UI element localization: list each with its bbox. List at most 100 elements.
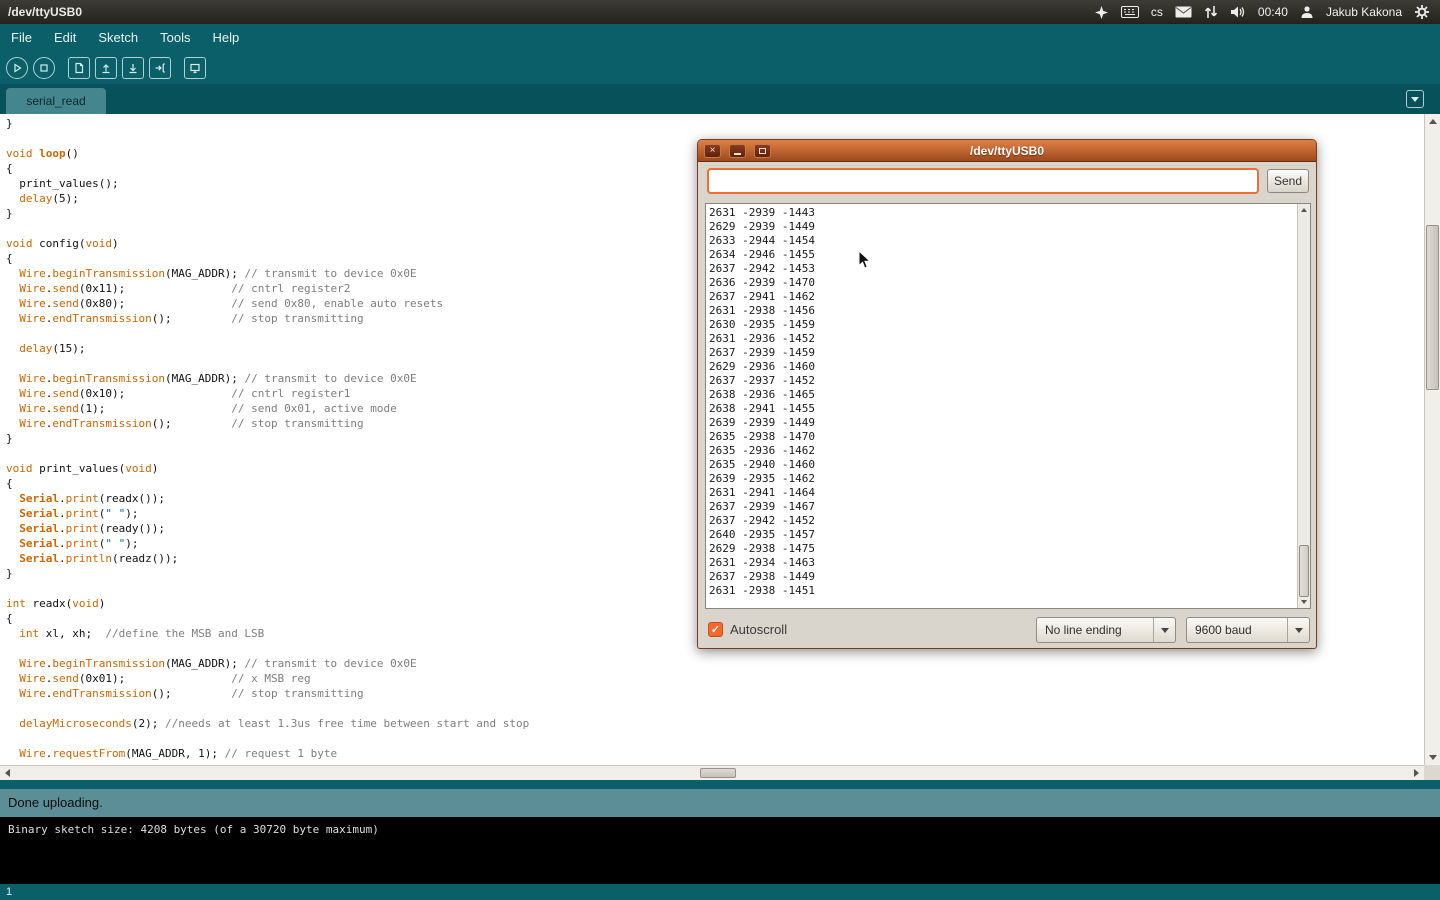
- scroll-down-icon[interactable]: [1429, 755, 1437, 760]
- serial-row: 2637 -2942 -1453: [709, 262, 1297, 276]
- serial-rows: 2631 -2939 -14432629 -2939 -14492633 -29…: [706, 206, 1297, 608]
- serial-row: 2637 -2942 -1452: [709, 514, 1297, 528]
- serial-row: 2631 -2941 -1464: [709, 486, 1297, 500]
- vertical-scroll-thumb[interactable]: [1426, 225, 1439, 390]
- scroll-right-icon[interactable]: [1414, 769, 1419, 777]
- keyboard-layout-label[interactable]: cs: [1151, 5, 1163, 19]
- serial-monitor-titlebar[interactable]: × /dev/ttyUSB0: [698, 140, 1316, 162]
- serial-row: 2633 -2944 -1454: [709, 234, 1297, 248]
- serial-row: 2639 -2939 -1449: [709, 416, 1297, 430]
- tab-serial-read[interactable]: serial_read: [6, 88, 106, 114]
- user-icon[interactable]: [1300, 5, 1314, 19]
- code-line: [6, 731, 1424, 746]
- autoscroll-checkbox[interactable]: ✓: [708, 622, 723, 637]
- menu-sketch[interactable]: Sketch: [87, 24, 149, 52]
- serial-row: 2629 -2939 -1449: [709, 220, 1297, 234]
- serial-row: 2631 -2934 -1463: [709, 556, 1297, 570]
- serial-row: 2631 -2939 -1443: [709, 206, 1297, 220]
- serial-row: 2631 -2938 -1451: [709, 584, 1297, 598]
- serial-scroll-thumb[interactable]: [1299, 545, 1309, 597]
- screen: /dev/ttyUSB0 cs 00:40 Jakub Kakona: [0, 0, 1440, 900]
- serial-row: 2638 -2941 -1455: [709, 402, 1297, 416]
- send-button[interactable]: Send: [1267, 169, 1309, 193]
- code-line: Wire.requestFrom(MAG_ADDR, 1); // reques…: [6, 746, 1424, 761]
- volume-icon[interactable]: [1230, 5, 1246, 19]
- code-line: Wire.endTransmission(); // stop transmit…: [6, 686, 1424, 701]
- tabbar: serial_read: [0, 84, 1440, 114]
- clock[interactable]: 00:40: [1258, 5, 1288, 19]
- check-icon: ✓: [711, 624, 720, 636]
- serial-row: 2640 -2935 -1457: [709, 528, 1297, 542]
- console-text: Binary sketch size: 4208 bytes (of a 307…: [8, 823, 379, 836]
- autoscroll-label: Autoscroll: [730, 616, 787, 644]
- code-line: delayMicroseconds(2); //needs at least 1…: [6, 716, 1424, 731]
- editor-vertical-scrollbar[interactable]: [1424, 114, 1440, 765]
- line-indicator: 1: [6, 886, 12, 898]
- tab-menu-icon[interactable]: [1406, 90, 1424, 108]
- scroll-up-icon[interactable]: [1429, 119, 1437, 124]
- code-line: Wire.send(0x01); // x MSB reg: [6, 671, 1424, 686]
- scroll-left-icon[interactable]: [5, 769, 10, 777]
- toolbar: [0, 52, 1440, 84]
- baud-select[interactable]: 9600 baud: [1186, 617, 1310, 643]
- menubar: FileEditSketchToolsHelp: [0, 24, 1440, 52]
- serial-row: 2637 -2937 -1452: [709, 374, 1297, 388]
- serial-row: 2631 -2936 -1452: [709, 332, 1297, 346]
- upload-button[interactable]: [149, 57, 171, 79]
- verify-button[interactable]: [6, 57, 28, 79]
- serial-monitor-button[interactable]: [184, 57, 206, 79]
- serial-row: 2637 -2939 -1467: [709, 500, 1297, 514]
- serial-row: 2639 -2935 -1462: [709, 472, 1297, 486]
- serial-row: 2634 -2946 -1455: [709, 248, 1297, 262]
- keyboard-icon[interactable]: [1121, 6, 1139, 18]
- serial-row: 2638 -2936 -1465: [709, 388, 1297, 402]
- stop-button[interactable]: [33, 57, 55, 79]
- serial-row: 2637 -2941 -1462: [709, 290, 1297, 304]
- open-button[interactable]: [95, 57, 117, 79]
- serial-row: 2635 -2938 -1470: [709, 430, 1297, 444]
- status-bar: Done uploading.: [0, 789, 1440, 817]
- chevron-down-icon[interactable]: [1153, 618, 1175, 642]
- line-ending-value: No line ending: [1045, 618, 1122, 642]
- system-tray: cs 00:40 Jakub Kakona: [1094, 4, 1440, 20]
- serial-output-list[interactable]: 2631 -2939 -14432629 -2939 -14492633 -29…: [705, 203, 1311, 609]
- serial-scrollbar[interactable]: [1297, 204, 1310, 608]
- serial-row: 2629 -2938 -1475: [709, 542, 1297, 556]
- serial-row: 2637 -2939 -1459: [709, 346, 1297, 360]
- serial-row: 2629 -2936 -1460: [709, 360, 1297, 374]
- editor-horizontal-scrollbar[interactable]: [0, 765, 1424, 780]
- serial-monitor-title: /dev/ttyUSB0: [698, 140, 1316, 162]
- menu-file[interactable]: File: [0, 24, 43, 52]
- menu-help[interactable]: Help: [201, 24, 250, 52]
- serial-scroll-down-icon[interactable]: [1301, 600, 1307, 604]
- line-ending-select[interactable]: No line ending: [1036, 617, 1176, 643]
- serial-row: 2635 -2940 -1460: [709, 458, 1297, 472]
- chevron-down-icon[interactable]: [1287, 618, 1309, 642]
- code-line: }: [6, 116, 1424, 131]
- serial-row: 2636 -2939 -1470: [709, 276, 1297, 290]
- code-line: Wire.beginTransmission(MAG_ADDR); // tra…: [6, 656, 1424, 671]
- top-panel: /dev/ttyUSB0 cs 00:40 Jakub Kakona: [0, 0, 1440, 24]
- code-line: [6, 701, 1424, 716]
- session-gear-icon[interactable]: [1414, 4, 1430, 20]
- horizontal-scroll-thumb[interactable]: [700, 768, 736, 778]
- scrollbar-corner: [1424, 765, 1440, 780]
- line-indicator-strip: 1: [0, 884, 1440, 900]
- sync-arrows-icon[interactable]: [1204, 5, 1218, 19]
- baud-value: 9600 baud: [1195, 618, 1252, 642]
- mail-icon[interactable]: [1175, 6, 1192, 18]
- serial-row: 2635 -2936 -1462: [709, 444, 1297, 458]
- save-button[interactable]: [122, 57, 144, 79]
- serial-row: 2631 -2938 -1456: [709, 304, 1297, 318]
- menu-tools[interactable]: Tools: [149, 24, 201, 52]
- console-output: Binary sketch size: 4208 bytes (of a 307…: [0, 817, 1440, 884]
- panel-window-title: /dev/ttyUSB0: [8, 5, 82, 19]
- serial-input[interactable]: [707, 168, 1259, 194]
- serial-scroll-up-icon[interactable]: [1301, 208, 1307, 212]
- indicator-star-icon[interactable]: [1094, 5, 1109, 20]
- serial-row: 2637 -2938 -1449: [709, 570, 1297, 584]
- new-button[interactable]: [68, 57, 90, 79]
- user-name[interactable]: Jakub Kakona: [1326, 5, 1402, 19]
- menu-edit[interactable]: Edit: [43, 24, 87, 52]
- status-message: Done uploading.: [8, 795, 103, 810]
